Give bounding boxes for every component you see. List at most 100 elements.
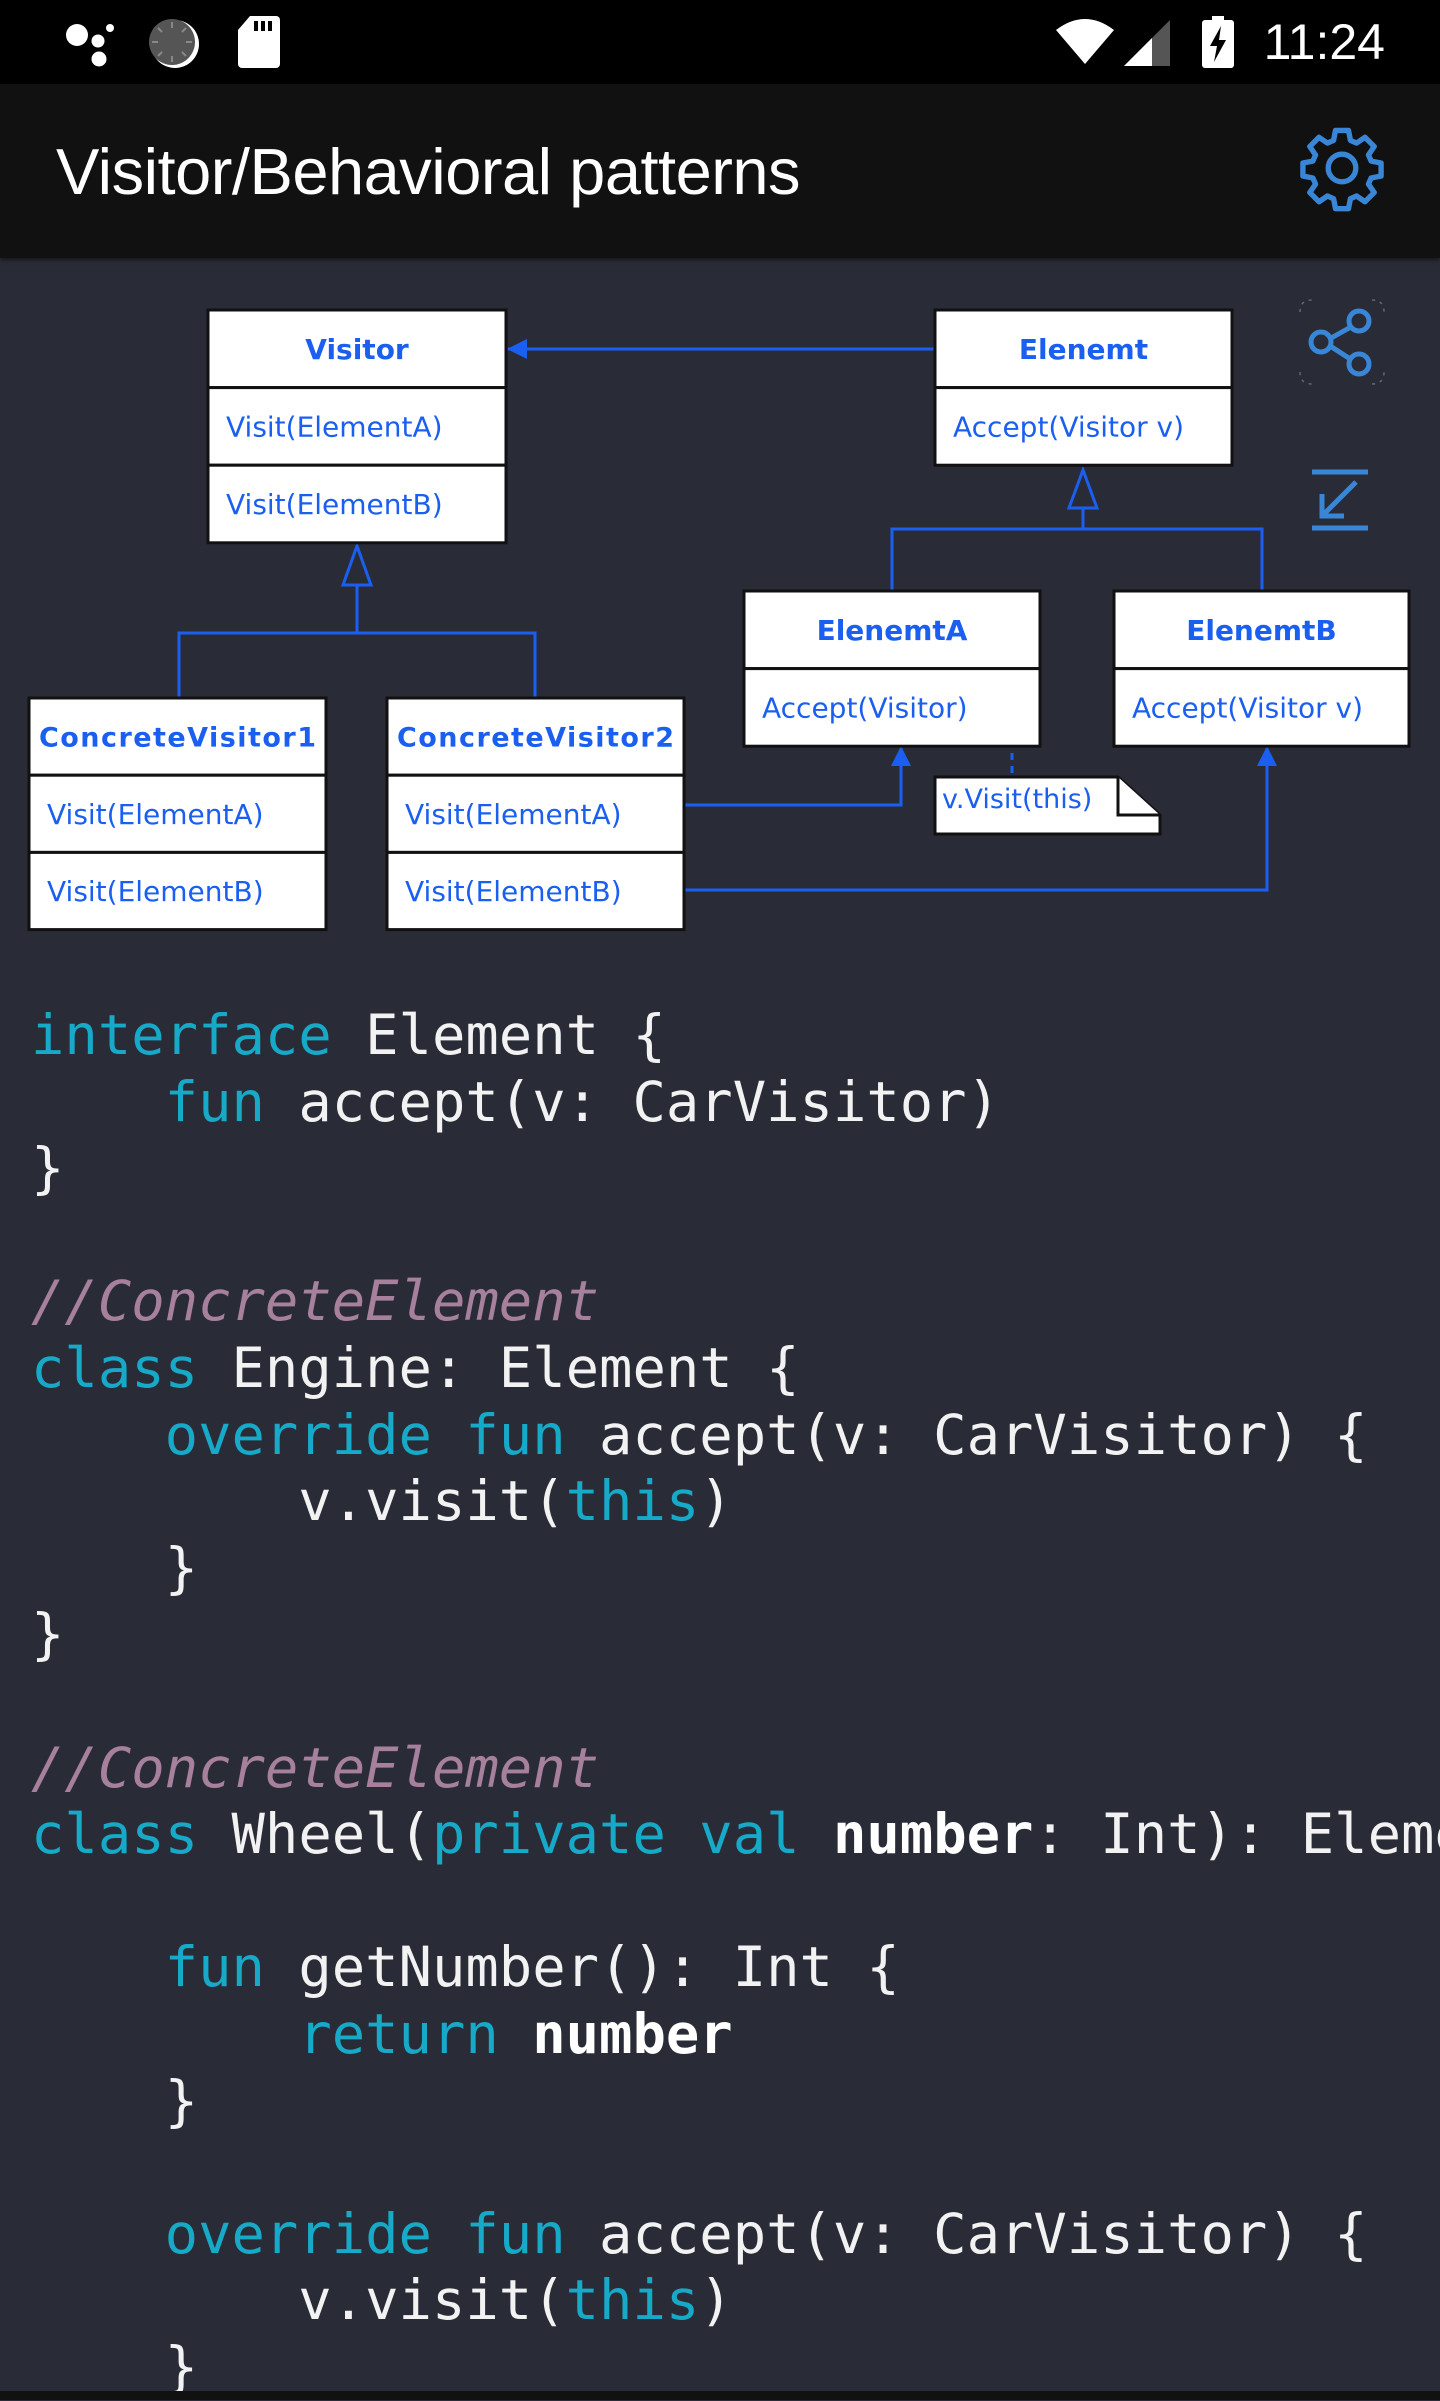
code-line: } bbox=[31, 1602, 1440, 1669]
code-line: } bbox=[31, 1136, 1440, 1203]
uml-class-visitor: Visitor Visit(ElementA) Visit(ElementB) bbox=[206, 308, 508, 545]
code-line: v.visit(this) bbox=[31, 1469, 1440, 1536]
code-comment: //ConcreteElement bbox=[31, 1735, 600, 1801]
sync-progress-icon bbox=[149, 19, 199, 68]
battery-charging-icon bbox=[1202, 16, 1234, 68]
uml-class-title: ElenemtA bbox=[817, 614, 968, 647]
uml-class-element-a: ElenemtA Accept(Visitor) bbox=[742, 589, 1042, 748]
uml-class-concrete-visitor-2: ConcreteVisitor2 Visit(ElementA) Visit(Ele… bbox=[385, 696, 686, 932]
uml-method: Visit(ElementA) bbox=[226, 410, 443, 443]
code-keyword: interface bbox=[31, 1003, 332, 1068]
code-keyword: this bbox=[565, 1469, 700, 1535]
uml-class-element-b: ElenemtB Accept(Visitor v) bbox=[1112, 589, 1411, 748]
code-text: } bbox=[31, 1535, 199, 1601]
code-line: v.visit(this) bbox=[31, 2268, 1440, 2335]
sd-card-icon bbox=[238, 16, 280, 68]
code-keyword: fun bbox=[164, 1935, 265, 2001]
uml-class-title: ConcreteVisitor2 bbox=[397, 723, 674, 754]
code-text: } bbox=[31, 2068, 199, 2134]
call-cv2-to-element-a bbox=[684, 746, 911, 807]
code-line: override fun accept(v: CarVisitor) { bbox=[31, 2202, 1440, 2269]
code-keyword: this bbox=[565, 2268, 700, 2334]
code-text: accept(v: CarVisitor) { bbox=[565, 1402, 1368, 1468]
inheritance-element-triangle bbox=[1066, 465, 1100, 510]
code-line: return number bbox=[31, 2002, 1440, 2069]
settings-button[interactable] bbox=[1296, 122, 1388, 214]
code-property: number bbox=[532, 2001, 733, 2067]
code-text: ) bbox=[699, 1469, 733, 1535]
status-bar: 11:24 bbox=[0, 0, 1440, 84]
code-line: //ConcreteElement bbox=[31, 1269, 1440, 1336]
uml-method: Accept(Visitor) bbox=[762, 691, 968, 724]
note-anchor-circle bbox=[1005, 698, 1019, 712]
code-text: } bbox=[31, 1602, 65, 1668]
share-icon bbox=[1299, 299, 1385, 385]
code-text: Engine: Element { bbox=[198, 1335, 800, 1401]
collapse-button[interactable] bbox=[1308, 468, 1372, 532]
uml-class-element: Elenemt Accept(Visitor v) bbox=[933, 308, 1234, 467]
share-button[interactable] bbox=[1296, 296, 1388, 388]
uml-class-title: ElenemtB bbox=[1186, 614, 1337, 647]
inheritance-element-stem bbox=[890, 508, 1264, 591]
code-text: accept(v: CarVisitor) bbox=[264, 1069, 1001, 1135]
navigation-bar-edge bbox=[0, 2391, 1440, 2400]
note: v.Visit(this) bbox=[933, 775, 1162, 836]
uml-method: Accept(Visitor v) bbox=[953, 410, 1184, 443]
code-line: } bbox=[31, 2069, 1440, 2136]
code-keyword: class bbox=[31, 1335, 199, 1401]
code-keyword: return bbox=[298, 2001, 499, 2067]
uml-diagram-canvas: Visitor Visit(ElementA) Visit(ElementB) Ele… bbox=[27, 308, 1411, 932]
code-keyword: class bbox=[31, 1802, 199, 1868]
code-text: } bbox=[31, 1136, 65, 1202]
code-text: ) bbox=[699, 2268, 733, 2334]
code-text: v.visit( bbox=[31, 2268, 566, 2334]
code-text: Element { bbox=[331, 1003, 666, 1068]
uml-method: Visit(ElementA) bbox=[47, 798, 264, 831]
uml-class-title: ConcreteVisitor1 bbox=[39, 723, 316, 754]
code-comment: //ConcreteElement bbox=[31, 1269, 600, 1335]
code-line: //ConcreteElement bbox=[31, 1736, 1440, 1803]
uml-method: Visit(ElementB) bbox=[405, 875, 622, 908]
code-line: fun accept(v: CarVisitor) bbox=[31, 1070, 1440, 1137]
code-text: Wheel( bbox=[198, 1802, 432, 1868]
uml-class-concrete-visitor-1: ConcreteVisitor1 Visit(ElementA) Visit(Ele… bbox=[27, 696, 328, 932]
code-text: : Int): Element { bbox=[1033, 1802, 1440, 1868]
uml-method: Visit(ElementB) bbox=[47, 875, 264, 908]
wifi-icon bbox=[1056, 19, 1114, 64]
code-line: interface Element { bbox=[31, 1003, 1440, 1070]
collapse-arrow-icon bbox=[1312, 469, 1368, 531]
uml-diagram: Visitor Visit(ElementA) Visit(ElementB) Ele… bbox=[0, 258, 1440, 978]
code-text: getNumber(): Int { bbox=[264, 1935, 900, 2001]
cell-signal-icon bbox=[1124, 20, 1170, 66]
uml-method: Visit(ElementA) bbox=[405, 798, 622, 831]
code-keyword: fun bbox=[164, 1069, 265, 1135]
code-line: } bbox=[31, 1536, 1440, 1603]
code-line: class Engine: Element { bbox=[31, 1336, 1440, 1403]
code-text: accept(v: CarVisitor) { bbox=[565, 2201, 1368, 2267]
uml-class-title: Visitor bbox=[305, 333, 409, 366]
code-line: fun getNumber(): Int { bbox=[31, 1935, 1440, 2002]
code-line: override fun accept(v: CarVisitor) { bbox=[31, 1403, 1440, 1470]
page-title: Visitor/Behavioral patterns bbox=[56, 135, 801, 208]
inheritance-visitor-stem bbox=[177, 585, 537, 698]
gear-icon bbox=[1300, 127, 1384, 212]
assistant-dots-icon bbox=[66, 24, 114, 67]
note-text: v.Visit(this) bbox=[942, 784, 1092, 815]
code-line: class Wheel(private val number: Int): El… bbox=[31, 1802, 1440, 1869]
inheritance-visitor-triangle bbox=[340, 541, 374, 587]
code-property: number bbox=[832, 1802, 1034, 1868]
code-keyword: private val bbox=[431, 1802, 800, 1868]
app-bar: Visitor/Behavioral patterns bbox=[0, 84, 1440, 258]
code-keyword: override fun bbox=[164, 1402, 566, 1468]
uml-method: Visit(ElementB) bbox=[226, 488, 443, 521]
code-text: v.visit( bbox=[31, 1469, 566, 1535]
